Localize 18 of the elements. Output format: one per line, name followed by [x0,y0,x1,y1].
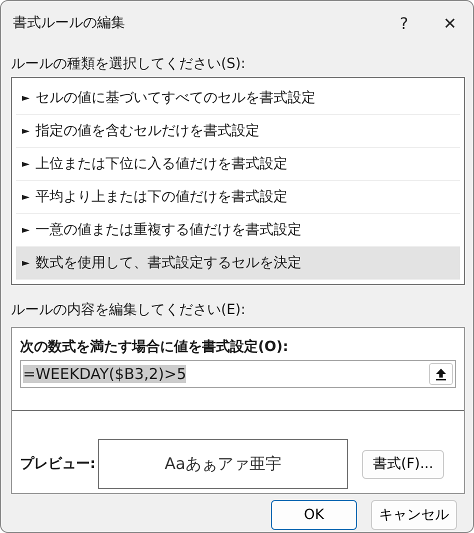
rule-type-item[interactable]: ► 上位または下位に入る値だけを書式設定 [16,148,460,181]
rule-type-item[interactable]: ► セルの値に基づいてすべてのセルを書式設定 [16,82,460,115]
rule-type-item[interactable]: ► 指定の値を含むセルだけを書式設定 [16,115,460,148]
window-title: 書式ルールの編集 [13,14,126,32]
preview-sample: Aaあぁアァ亜宇 [98,439,348,489]
cancel-button[interactable]: キャンセル [371,500,457,530]
rule-type-item[interactable]: ► 数式を使用して、書式設定するセルを決定 [16,247,460,280]
preview-label: プレビュー: [20,455,97,473]
rule-content-label: ルールの内容を編集してください(E): [11,301,246,319]
rule-type-item[interactable]: ► 平均より上または下の値だけを書式設定 [16,181,460,214]
rule-type-label: ルールの種類を選択してください(S): [11,55,247,73]
help-button[interactable]: ? [381,5,427,41]
collapse-button[interactable] [429,363,453,385]
ok-button[interactable]: OK [271,500,357,530]
close-button[interactable]: ✕ [427,5,473,41]
formula-label: 次の数式を満たす場合に値を書式設定(O): [20,338,290,356]
upload-arrow-icon [436,368,446,380]
format-button[interactable]: 書式(F)... [362,450,444,478]
